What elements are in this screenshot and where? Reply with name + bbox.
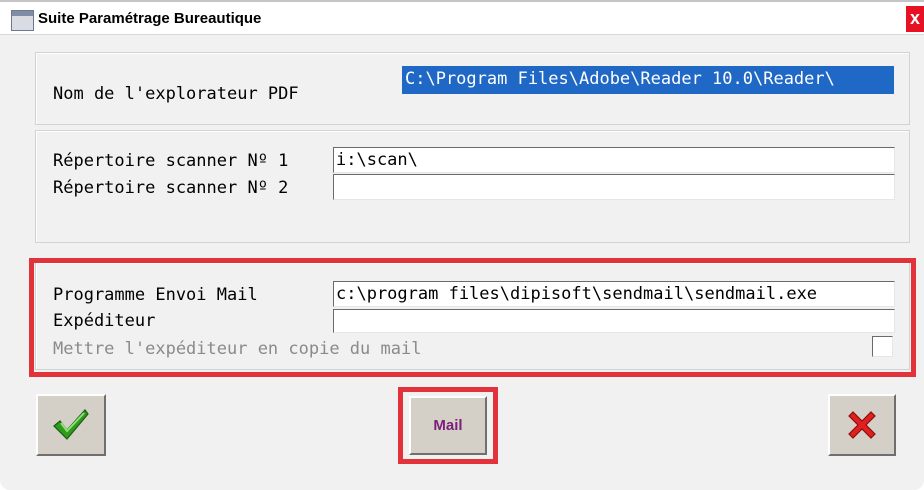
red-x-icon: [848, 411, 876, 439]
pdf-explorer-label: Nom de l'explorateur PDF: [53, 84, 299, 104]
window-title: Suite Paramétrage Bureautique: [38, 10, 262, 27]
scanner-dir2-field[interactable]: [333, 174, 895, 200]
window-close-button[interactable]: x: [906, 6, 924, 32]
ok-button[interactable]: [36, 394, 106, 456]
mail-section-highlight: [29, 258, 916, 377]
title-bar: Suite Paramétrage Bureautique x: [0, 0, 924, 35]
mail-button-label: Mail: [433, 417, 463, 434]
pdf-explorer-field[interactable]: C:\Program Files\Adobe\Reader 10.0\Reade…: [402, 66, 894, 94]
window-app-icon: [11, 10, 34, 31]
checkmark-icon: [53, 409, 89, 440]
mail-button[interactable]: Mail: [409, 396, 487, 455]
settings-dialog: Suite Paramétrage Bureautique x Nom de l…: [0, 0, 924, 490]
scanner-dir1-label: Répertoire scanner Nº 1: [53, 151, 289, 171]
scanner-dir2-label: Répertoire scanner Nº 2: [53, 178, 289, 198]
scanner-dir1-field[interactable]: i:\scan\: [333, 147, 895, 173]
cancel-button[interactable]: [828, 394, 896, 456]
